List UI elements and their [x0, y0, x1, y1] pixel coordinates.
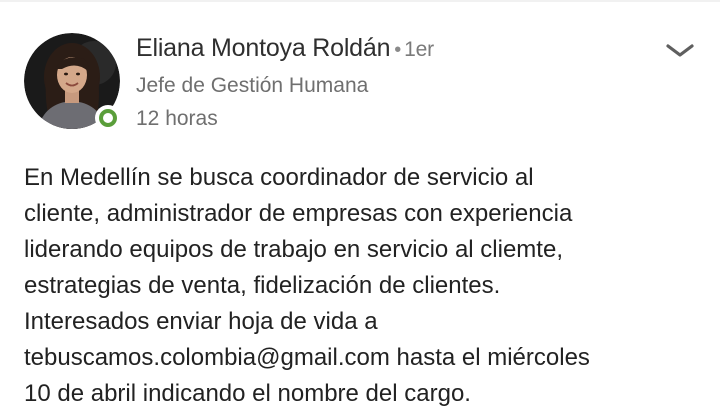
author-avatar-container[interactable]: [24, 33, 121, 131]
connection-degree: 1er: [404, 38, 434, 61]
post-text-line: tebuscamos.colombia@gmail.com hasta el m…: [24, 344, 590, 371]
feed-post-card: Eliana Montoya Roldán • 1er Jefe de Gestió…: [0, 0, 720, 420]
author-name-line[interactable]: Eliana Montoya Roldán • 1er: [136, 34, 434, 63]
separator-dot: •: [394, 39, 402, 61]
post-timestamp: 12 horas: [136, 107, 218, 130]
chevron-down-icon: [666, 44, 694, 57]
divider: [0, 0, 720, 2]
post-options-button[interactable]: [660, 36, 700, 66]
online-status-icon: [99, 109, 117, 127]
post-text-line: 10 de abril indicando el nombre del carg…: [24, 380, 471, 407]
post-text-line: Interesados enviar hoja de vida a: [24, 308, 378, 335]
post-text-line: estrategias de venta, fidelización de cl…: [24, 272, 501, 299]
post-text-line: liderando equipos de trabajo en servicio…: [24, 236, 563, 263]
author-headline: Jefe de Gestión Humana: [136, 74, 369, 97]
author-name[interactable]: Eliana Montoya Roldán: [136, 34, 390, 62]
post-text: En Medellín se busca coordinador de serv…: [24, 160, 714, 412]
online-status-badge: [95, 105, 121, 131]
post-text-line: cliente, administrador de empresas con e…: [24, 200, 573, 227]
post-text-line: En Medellín se busca coordinador de serv…: [24, 164, 534, 191]
